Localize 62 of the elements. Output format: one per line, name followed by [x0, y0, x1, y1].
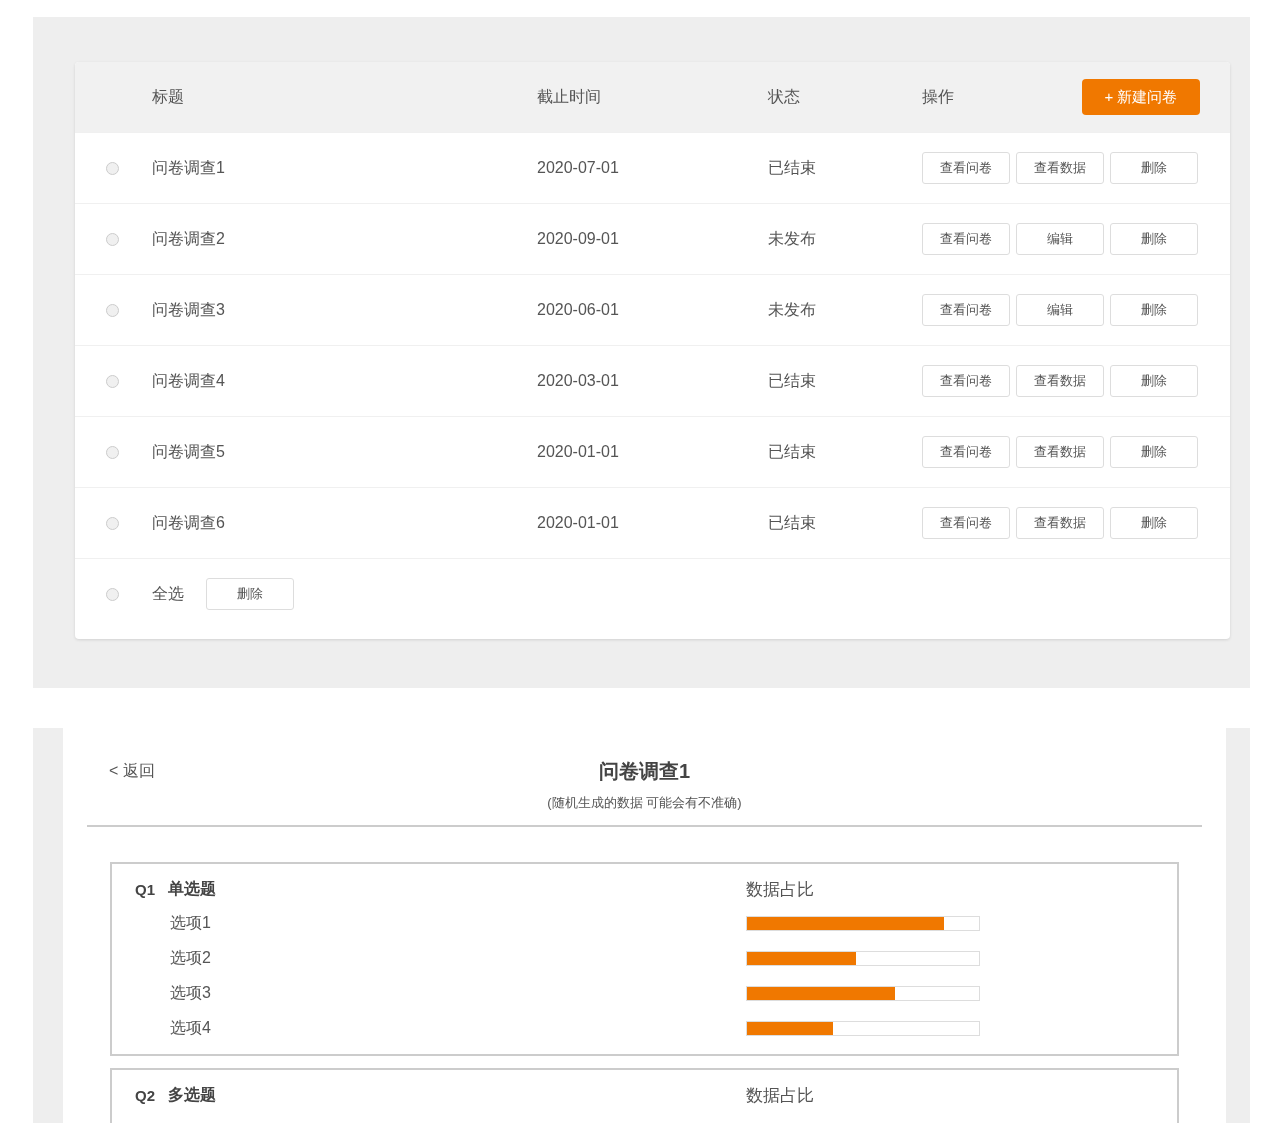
survey-title: 问卷调查1: [152, 157, 225, 178]
radio-button[interactable]: [106, 374, 119, 388]
question-type: 单选题: [168, 878, 216, 899]
status-text: 未发布: [768, 299, 816, 320]
survey-title: 问卷调查4: [152, 370, 225, 391]
action-button[interactable]: 删除: [1110, 365, 1198, 397]
radio-button[interactable]: [106, 303, 119, 317]
subtitle: (随机生成的数据 可能会有不准确): [547, 794, 742, 812]
deadline-date: 2020-03-01: [537, 372, 619, 390]
action-button[interactable]: 编辑: [1016, 223, 1104, 255]
status-text: 未发布: [768, 228, 816, 249]
column-label: 数据占比: [746, 1084, 814, 1107]
back-link[interactable]: < 返回: [109, 761, 155, 782]
action-button[interactable]: 查看问卷: [922, 294, 1010, 326]
question-number: Q2: [135, 1086, 155, 1104]
action-button[interactable]: 查看问卷: [922, 365, 1010, 397]
option-label: 选项3: [170, 983, 211, 1003]
status-text: 已结束: [768, 157, 816, 178]
deadline-date: 2020-06-01: [537, 301, 619, 319]
action-button[interactable]: 查看数据: [1016, 507, 1104, 539]
action-button[interactable]: 查看数据: [1016, 436, 1104, 468]
radio-button[interactable]: [106, 232, 119, 246]
column-label: 数据占比: [746, 878, 814, 901]
status-text: 已结束: [768, 370, 816, 391]
column-header: 标题: [152, 86, 184, 107]
deadline-date: 2020-09-01: [537, 230, 619, 248]
action-button[interactable]: 查看问卷: [922, 436, 1010, 468]
action-button[interactable]: 编辑: [1016, 294, 1104, 326]
question-number: Q1: [135, 880, 155, 898]
action-button[interactable]: 删除: [1110, 507, 1198, 539]
delete-button[interactable]: 删除: [206, 578, 294, 610]
radio-button[interactable]: [106, 161, 119, 175]
deadline-date: 2020-01-01: [537, 514, 619, 532]
action-button[interactable]: 查看问卷: [922, 223, 1010, 255]
action-button[interactable]: 删除: [1110, 223, 1198, 255]
radio-button[interactable]: [106, 587, 119, 601]
column-header: 截止时间: [537, 86, 601, 107]
action-button[interactable]: 查看问卷: [922, 152, 1010, 184]
survey-title: 问卷调查2: [152, 228, 225, 249]
action-button[interactable]: 删除: [1110, 294, 1198, 326]
radio-button[interactable]: [106, 516, 119, 530]
select-all-label: 全选: [152, 583, 184, 604]
action-button[interactable]: 查看数据: [1016, 365, 1104, 397]
column-header: 操作: [922, 86, 954, 107]
option-label: 选项4: [170, 1018, 211, 1038]
action-button[interactable]: 查看数据: [1016, 152, 1104, 184]
action-button[interactable]: 查看问卷: [922, 507, 1010, 539]
survey-title: 问卷调查5: [152, 441, 225, 462]
action-button[interactable]: 删除: [1110, 436, 1198, 468]
deadline-date: 2020-01-01: [537, 443, 619, 461]
survey-title: 问卷调查6: [152, 512, 225, 533]
status-text: 已结束: [768, 512, 816, 533]
radio-button[interactable]: [106, 445, 119, 459]
survey-title: 问卷调查3: [152, 299, 225, 320]
deadline-date: 2020-07-01: [537, 159, 619, 177]
column-header: 状态: [768, 86, 800, 107]
action-button[interactable]: 删除: [1110, 152, 1198, 184]
option-label: 选项2: [170, 948, 211, 968]
status-text: 已结束: [768, 441, 816, 462]
option-label: 选项1: [170, 913, 211, 933]
question-type: 多选题: [168, 1084, 216, 1105]
survey-title: 问卷调查1: [598, 759, 691, 784]
